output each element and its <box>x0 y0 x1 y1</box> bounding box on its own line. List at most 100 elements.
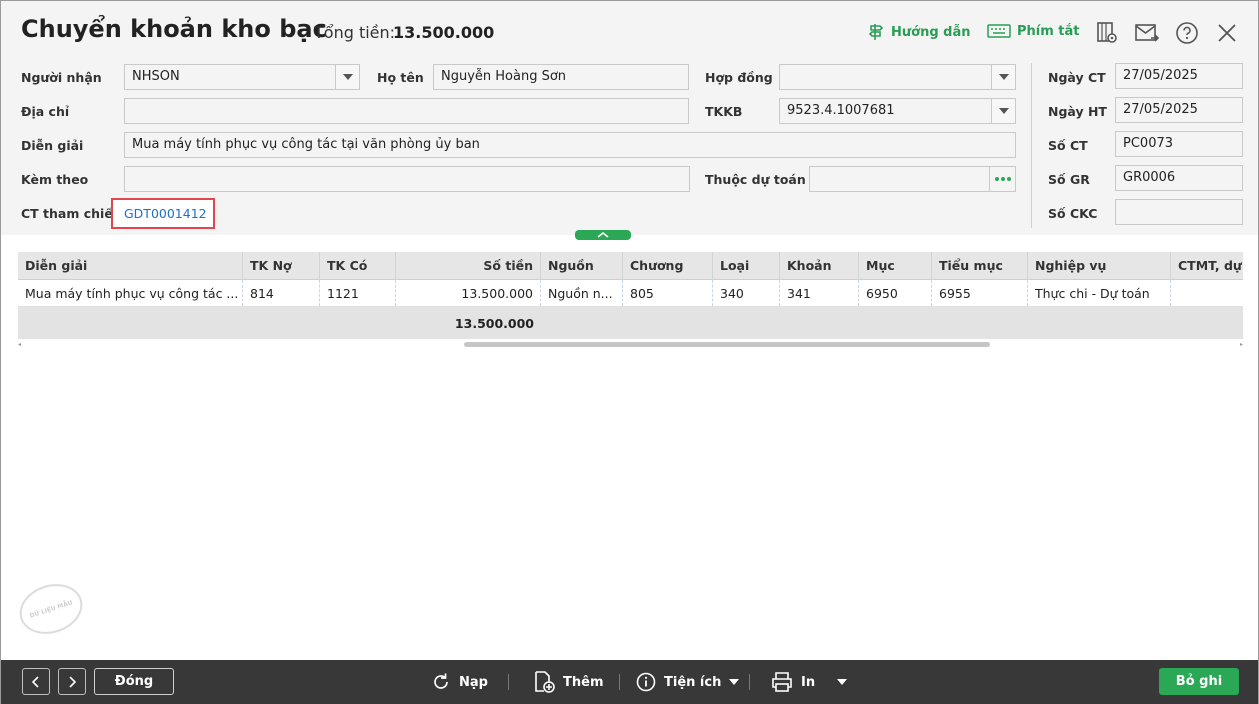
description-value: Mua máy tính phục vụ công tác tại văn ph… <box>132 137 480 152</box>
caret-down-icon <box>729 679 740 685</box>
col-item[interactable]: Khoản <box>780 252 859 279</box>
signpost-icon <box>868 24 884 40</box>
chevron-down-icon[interactable] <box>991 99 1015 123</box>
col-source[interactable]: Nguồn <box>541 252 623 279</box>
col-chapter[interactable]: Chương <box>623 252 713 279</box>
cell-subsection[interactable]: 6955 <box>932 280 1028 306</box>
col-debit-account[interactable]: TK Nợ <box>243 252 320 279</box>
footer-toolbar: Đóng Nạp Thêm Tiện ích In Bỏ ghi <box>1 660 1258 704</box>
address-field[interactable] <box>124 98 689 124</box>
scroll-right-icon[interactable]: ▸ <box>1240 341 1243 348</box>
cell-amount[interactable]: 13.500.000 <box>396 280 541 306</box>
fullname-label: Họ tên <box>377 70 424 85</box>
col-subsection[interactable]: Tiểu mục <box>932 252 1028 279</box>
voucher-window: Chuyển khoản kho bạc Tổng tiền: 13.500.0… <box>0 0 1259 704</box>
voucher-date-field[interactable]: 27/05/2025 <box>1115 63 1243 89</box>
chevron-down-icon[interactable] <box>335 65 359 89</box>
tkkb-value: 9523.4.1007681 <box>787 103 895 118</box>
grid-header-row: Diễn giải TK Nợ TK Có Số tiền Nguồn Chươ… <box>18 252 1243 280</box>
fullname-value: Nguyễn Hoàng Sơn <box>441 69 567 84</box>
col-amount[interactable]: Số tiền <box>396 252 541 279</box>
chevron-up-icon <box>597 232 609 238</box>
col-operation[interactable]: Nghiệp vụ <box>1028 252 1171 279</box>
col-description[interactable]: Diễn giải <box>18 252 243 279</box>
add-button[interactable]: Thêm <box>533 670 604 694</box>
col-type[interactable]: Loại <box>713 252 780 279</box>
cell-program[interactable] <box>1171 280 1243 306</box>
collapse-header-button[interactable] <box>575 230 631 240</box>
ckc-number-label: Số CKC <box>1048 206 1098 221</box>
voucher-header: Chuyển khoản kho bạc Tổng tiền: 13.500.0… <box>1 1 1258 235</box>
total-value: 13.500.000 <box>393 23 495 42</box>
recipient-select[interactable]: NHSON <box>124 64 360 90</box>
mail-icon[interactable] <box>1135 21 1160 45</box>
cell-operation[interactable]: Thực chi - Dự toán <box>1028 280 1171 306</box>
utility-label: Tiện ích <box>664 674 722 690</box>
table-row[interactable]: Mua máy tính phục vụ công tác ... 814 11… <box>18 280 1243 307</box>
more-options-icon[interactable] <box>989 167 1015 191</box>
tkkb-select[interactable]: 9523.4.1007681 <box>779 98 1016 124</box>
utility-button[interactable]: Tiện ích <box>636 670 740 694</box>
posting-date-field[interactable]: 27/05/2025 <box>1115 97 1243 123</box>
fullname-field[interactable]: Nguyễn Hoàng Sơn <box>433 64 689 90</box>
cell-chapter[interactable]: 805 <box>623 280 713 306</box>
total-label: Tổng tiền: <box>314 23 396 42</box>
unpost-button[interactable]: Bỏ ghi <box>1159 668 1239 695</box>
cell-type[interactable]: 340 <box>713 280 780 306</box>
attachment-field[interactable] <box>124 166 690 192</box>
next-button[interactable] <box>58 668 86 695</box>
chevron-down-icon[interactable] <box>991 65 1015 89</box>
scrollbar-thumb[interactable] <box>464 342 990 347</box>
cell-credit-account[interactable]: 1121 <box>320 280 396 306</box>
tkkb-label: TKKB <box>705 104 743 119</box>
col-program[interactable]: CTMT, dự á <box>1171 252 1243 279</box>
voucher-date-value: 27/05/2025 <box>1123 68 1198 83</box>
contract-select[interactable] <box>779 64 1016 90</box>
contract-label: Hợp đồng <box>705 70 773 85</box>
gr-number-field[interactable]: GR0006 <box>1115 165 1243 191</box>
cell-section[interactable]: 6950 <box>859 280 932 306</box>
preview-icon[interactable] <box>1095 21 1119 45</box>
print-button[interactable]: In <box>771 670 848 694</box>
scroll-left-icon[interactable]: ◂ <box>18 341 21 348</box>
horizontal-scrollbar[interactable]: ◂ ▸ <box>18 341 1243 349</box>
budget-estimate-label: Thuộc dự toán <box>705 172 806 187</box>
recipient-value: NHSON <box>132 69 180 84</box>
cell-debit-account[interactable]: 814 <box>243 280 320 306</box>
footer-separator <box>749 674 750 690</box>
gr-number-label: Số GR <box>1048 172 1090 187</box>
close-icon[interactable] <box>1215 21 1239 45</box>
ckc-number-field[interactable] <box>1115 199 1243 225</box>
print-label: In <box>801 674 816 690</box>
footer-separator <box>619 674 620 690</box>
voucher-number-field[interactable]: PC0073 <box>1115 131 1243 157</box>
caret-down-icon <box>837 679 848 685</box>
chevron-left-icon <box>32 675 39 688</box>
reference-label: CT tham chiếu <box>21 206 122 221</box>
info-icon <box>636 672 656 692</box>
budget-estimate-field[interactable] <box>809 166 1016 192</box>
keyboard-icon <box>987 24 1011 38</box>
cell-description[interactable]: Mua máy tính phục vụ công tác ... <box>18 280 243 306</box>
col-section[interactable]: Mục <box>859 252 932 279</box>
vertical-divider <box>1031 63 1032 228</box>
reload-label: Nạp <box>459 674 488 690</box>
cell-item[interactable]: 341 <box>780 280 859 306</box>
help-icon[interactable] <box>1175 21 1199 45</box>
description-field[interactable]: Mua máy tính phục vụ công tác tại văn ph… <box>124 132 1016 158</box>
reload-button[interactable]: Nạp <box>431 670 488 694</box>
page-title: Chuyển khoản kho bạc <box>21 15 327 43</box>
reference-link[interactable]: GDT0001412 <box>124 206 207 221</box>
refresh-icon <box>434 673 448 689</box>
printer-icon <box>772 672 792 692</box>
posting-date-value: 27/05/2025 <box>1123 102 1198 117</box>
previous-button[interactable] <box>22 668 50 695</box>
shortcut-link[interactable]: Phím tắt <box>987 23 1080 39</box>
cell-source[interactable]: Nguồn n... <box>541 280 623 306</box>
recipient-label: Người nhận <box>21 70 102 85</box>
add-label: Thêm <box>563 674 604 690</box>
close-button[interactable]: Đóng <box>94 668 174 695</box>
col-credit-account[interactable]: TK Có <box>320 252 396 279</box>
description-label: Diễn giải <box>21 138 84 153</box>
guide-link[interactable]: Hướng dẫn <box>867 23 971 41</box>
